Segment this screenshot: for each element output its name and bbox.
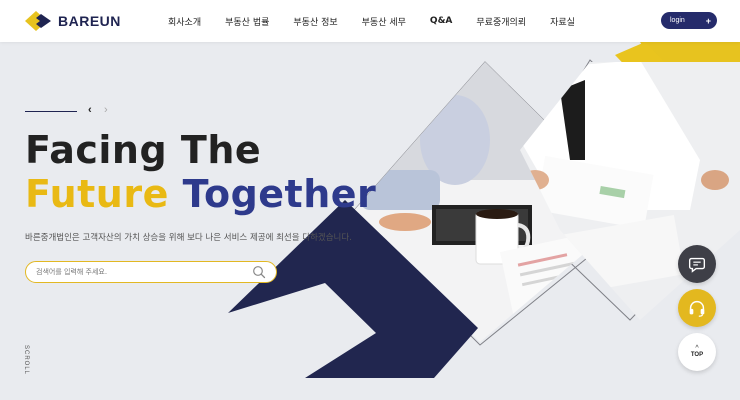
scroll-indicator: SCROLL (23, 345, 29, 376)
main-nav: 회사소개 부동산 법률 부동산 정보 부동산 세무 Q&A 무료중개의뢰 자료실 (168, 0, 599, 42)
hero-title-line2: Future Together (25, 172, 376, 216)
brand-logo[interactable]: BAREUN (24, 10, 121, 32)
hero-title-future: Future (25, 172, 169, 216)
hero-description: 바른중개법인은 고객자산의 가치 상승을 위해 보다 나은 서비스 제공에 최선… (25, 233, 352, 243)
search-bar (25, 261, 277, 283)
hero-title-together: Together (182, 172, 377, 216)
slider-divider (25, 111, 77, 112)
nav-item-company[interactable]: 회사소개 (168, 15, 201, 28)
nav-item-tax[interactable]: 부동산 세무 (362, 15, 406, 28)
nav-item-free-brokerage[interactable]: 무료중개의뢰 (476, 15, 526, 28)
login-label: login (670, 17, 685, 24)
login-button[interactable]: login + (661, 12, 717, 29)
search-icon[interactable] (252, 265, 266, 279)
plus-icon: + (705, 15, 711, 26)
nav-item-info[interactable]: 부동산 정보 (293, 15, 337, 28)
next-slide-arrow-icon[interactable]: › (104, 104, 108, 116)
brand-name: BAREUN (58, 13, 121, 29)
support-button[interactable] (678, 289, 716, 327)
search-input[interactable] (36, 268, 246, 276)
chat-icon (688, 257, 706, 273)
hero-title-line1: Facing The (25, 128, 262, 172)
top-label: TOP (690, 352, 704, 358)
prev-slide-arrow-icon[interactable]: ‹ (88, 104, 92, 116)
site-header: BAREUN 회사소개 부동산 법률 부동산 정보 부동산 세무 Q&A 무료중… (0, 0, 740, 42)
nav-item-law[interactable]: 부동산 법률 (225, 15, 269, 28)
headset-icon (689, 300, 705, 317)
scroll-top-button[interactable]: ^ TOP (678, 333, 716, 371)
nav-item-qna[interactable]: Q&A (430, 16, 452, 26)
nav-item-resources[interactable]: 자료실 (550, 15, 575, 28)
logo-mark-icon (25, 11, 51, 31)
chat-button[interactable] (678, 245, 716, 283)
